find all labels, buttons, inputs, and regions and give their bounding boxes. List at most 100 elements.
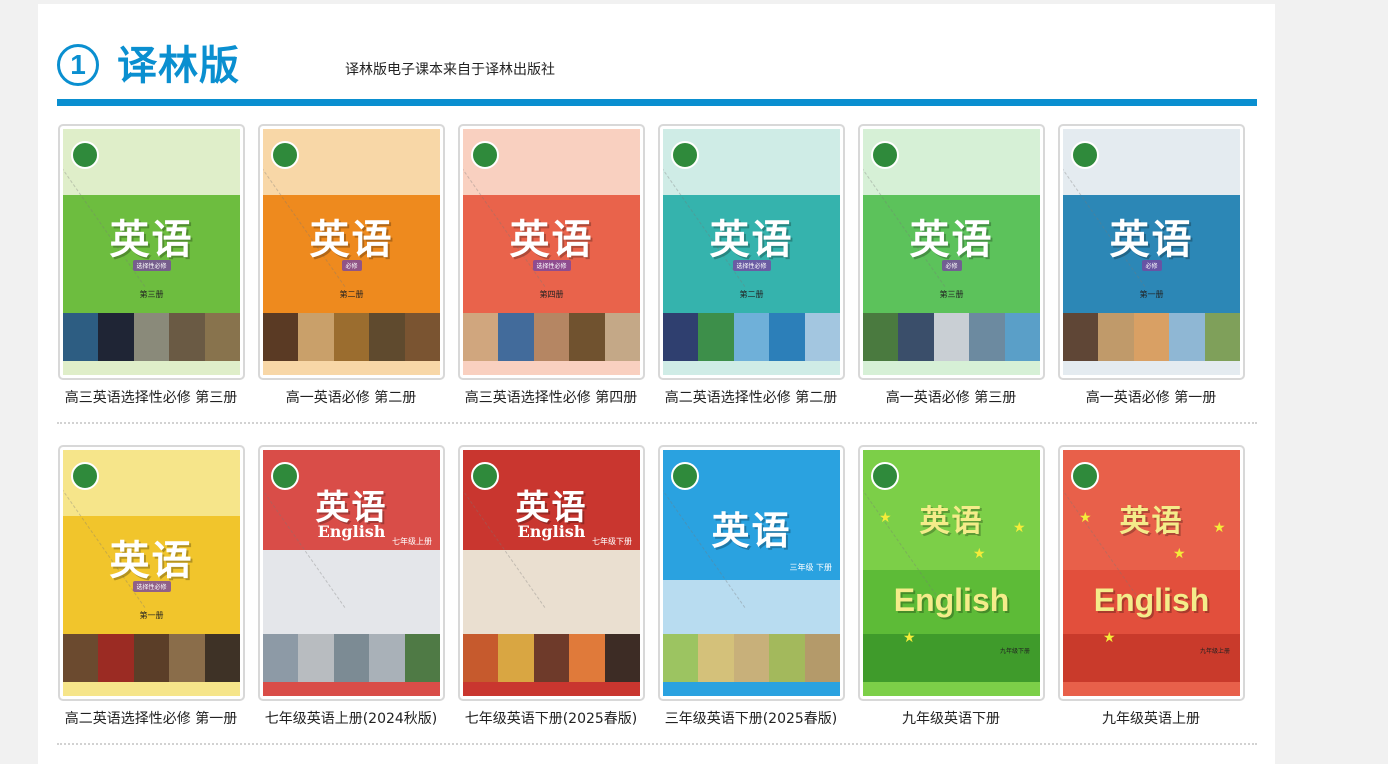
book-tile[interactable]: 英语 选择性必修 第一册 高二英语选择性必修 第一册 [57, 445, 257, 741]
cover-artwork: 英语 选择性必修 第一册 [63, 450, 240, 696]
book-tile[interactable]: 英语 选择性必修 第二册 高二英语选择性必修 第二册 [657, 124, 857, 420]
star-icon: ★ [879, 510, 892, 526]
section-number-badge: 1 [57, 44, 99, 86]
book-tile[interactable]: 英语 必修 第一册 高一英语必修 第一册 [1057, 124, 1257, 420]
cover-volume-label: 九年级上册 [1199, 648, 1230, 655]
cover-bottom-band [63, 361, 240, 375]
cover-title: 英语 [1109, 217, 1194, 263]
star-icon: ★ [1103, 630, 1116, 646]
publisher-seal-icon [871, 141, 899, 169]
book-title-link[interactable]: 七年级英语上册(2024秋版) [251, 709, 451, 729]
book-title-link[interactable]: 高一英语必修 第一册 [1051, 388, 1251, 408]
book-title-link[interactable]: 七年级英语下册(2025春版) [451, 709, 651, 729]
cover-title: 英语 [711, 509, 792, 553]
cover-volume-label: 第四册 [539, 290, 564, 299]
book-tile[interactable]: 英语 English 七年级下册 七年级英语下册(2025春版) [457, 445, 657, 741]
cover-title: 英语 [109, 217, 194, 263]
cover-artwork: 英语 选择性必修 第三册 [63, 129, 240, 375]
book-title-link[interactable]: 高三英语选择性必修 第三册 [51, 388, 251, 408]
star-icon: ★ [1013, 520, 1026, 536]
cover-title: 英语 [909, 217, 994, 263]
book-cover-image[interactable]: 英语 必修 第二册 [258, 124, 445, 380]
book-cover-image[interactable]: 英语三年级 下册 [658, 445, 845, 701]
row-divider [57, 743, 1257, 745]
section-title: 译林版 [117, 43, 240, 89]
cover-bottom-band [1063, 361, 1240, 375]
book-tile[interactable]: 英语 选择性必修 第三册 高三英语选择性必修 第三册 [57, 124, 257, 420]
cover-artwork: 英语 必修 第一册 [1063, 129, 1240, 375]
book-title-link[interactable]: 高三英语选择性必修 第四册 [451, 388, 651, 408]
cover-volume-label: 第三册 [939, 290, 964, 299]
book-tile[interactable]: 英语 English 七年级上册 七年级英语上册(2024秋版) [257, 445, 457, 741]
book-tile[interactable]: 英语 必修 第三册 高一英语必修 第三册 [857, 124, 1057, 420]
cover-volume-label: 第二册 [339, 290, 364, 299]
book-tile[interactable]: 英语 选择性必修 第四册 高三英语选择性必修 第四册 [457, 124, 657, 420]
cover-main-band [463, 550, 640, 634]
book-cover-image[interactable]: 英语 选择性必修 第四册 [458, 124, 645, 380]
book-cover-image[interactable]: 英语 English ★ ★ ★ ★ 九年级下册 [858, 445, 1045, 701]
book-tile[interactable]: 英语 必修 第二册 高一英语必修 第二册 [257, 124, 457, 420]
publisher-seal-icon [671, 462, 699, 490]
star-icon: ★ [1173, 546, 1186, 562]
cover-artwork: 英语 English ★ ★ ★ ★ 九年级下册 [863, 450, 1040, 696]
cover-artwork: 英语 English 七年级下册 [463, 450, 640, 696]
publisher-seal-icon [71, 141, 99, 169]
book-tile[interactable]: 英语 English ★ ★ ★ ★ 九年级上册 九年级英语上册 [1057, 445, 1257, 741]
cover-subtitle: 选择性必修 [732, 260, 771, 271]
cover-artwork: 英语 选择性必修第二册 [663, 129, 840, 375]
section-header: 1 译林版 译林版电子课本来自于译林出版社 [57, 40, 1257, 98]
publisher-seal-icon [271, 141, 299, 169]
book-cover-image[interactable]: 英语 必修 第一册 [1058, 124, 1245, 380]
book-title-link[interactable]: 高一英语必修 第二册 [251, 388, 451, 408]
cover-subtitle: 必修 [1141, 260, 1162, 271]
section-underline [57, 99, 1257, 106]
publisher-seal-icon [71, 462, 99, 490]
book-title-link[interactable]: 三年级英语下册(2025春版) [651, 709, 851, 729]
book-cover-image[interactable]: 英语 选择性必修第二册 [658, 124, 845, 380]
cover-bottom-band [663, 682, 840, 696]
row-divider [57, 422, 1257, 424]
cover-volume-label: 第一册 [1139, 290, 1164, 299]
cover-subtitle: 选择性必修 [532, 260, 571, 271]
publisher-seal-icon [1071, 462, 1099, 490]
book-cover-image[interactable]: 英语 English 七年级上册 [258, 445, 445, 701]
book-cover-image[interactable]: 英语 English ★ ★ ★ ★ 九年级上册 [1058, 445, 1245, 701]
book-title-link[interactable]: 高二英语选择性必修 第一册 [51, 709, 251, 729]
cover-bottom-band [263, 682, 440, 696]
book-tile[interactable]: 英语 三年级 下册 三年级英语下册(2025春版) [657, 445, 857, 741]
book-cover-image[interactable]: 英语 选择性必修 第三册 [58, 124, 245, 380]
cover-volume-label: 三年级 下册 [789, 563, 832, 572]
cover-bottom-band [663, 361, 840, 375]
cover-bottom-band [63, 682, 240, 696]
cover-artwork: 英语 English ★ ★ ★ ★ 九年级上册 [1063, 450, 1240, 696]
cover-volume-label: 七年级上册 [392, 537, 432, 546]
cover-title: 英语 [709, 217, 794, 263]
cover-bottom-band [463, 361, 640, 375]
content-panel: 1 译林版 译林版电子课本来自于译林出版社 英语 选择性必修 第三册 高三英语选择性必… [38, 4, 1275, 764]
book-cover-image[interactable]: 英语 必修 第三册 [858, 124, 1045, 380]
star-icon: ★ [973, 546, 986, 562]
star-icon: ★ [903, 630, 916, 646]
cover-bottom-band [863, 361, 1040, 375]
book-title-link[interactable]: 高二英语选择性必修 第二册 [651, 388, 851, 408]
book-title-link[interactable]: 九年级英语上册 [1051, 709, 1251, 729]
cover-artwork: 英语 必修 第三册 [863, 129, 1040, 375]
cover-volume-label: 七年级下册 [592, 537, 632, 546]
star-icon: ★ [1213, 520, 1226, 536]
cover-bottom-band [863, 682, 1040, 696]
book-tile[interactable]: 英语 English ★ ★ ★ ★ 九年级下册 九年级英语下册 [857, 445, 1057, 741]
book-title-link[interactable]: 九年级英语下册 [851, 709, 1051, 729]
cover-english-title: English [893, 582, 1010, 618]
cover-artwork: 英语三年级 下册 [663, 450, 840, 696]
book-cover-image[interactable]: 英语 选择性必修 第一册 [58, 445, 245, 701]
publisher-seal-icon [871, 462, 899, 490]
cover-subtitle: 选择性必修 [132, 581, 171, 592]
book-cover-image[interactable]: 英语 English 七年级下册 [458, 445, 645, 701]
cover-bottom-band [463, 682, 640, 696]
section-subtitle: 译林版电子课本来自于译林出版社 [345, 62, 555, 78]
cover-volume-label: 九年级下册 [999, 648, 1030, 655]
book-title-link[interactable]: 高一英语必修 第三册 [851, 388, 1051, 408]
cover-english-title: English [1093, 582, 1210, 618]
cover-volume-label: 第二册 [739, 290, 764, 299]
cover-subtitle: 必修 [341, 260, 362, 271]
